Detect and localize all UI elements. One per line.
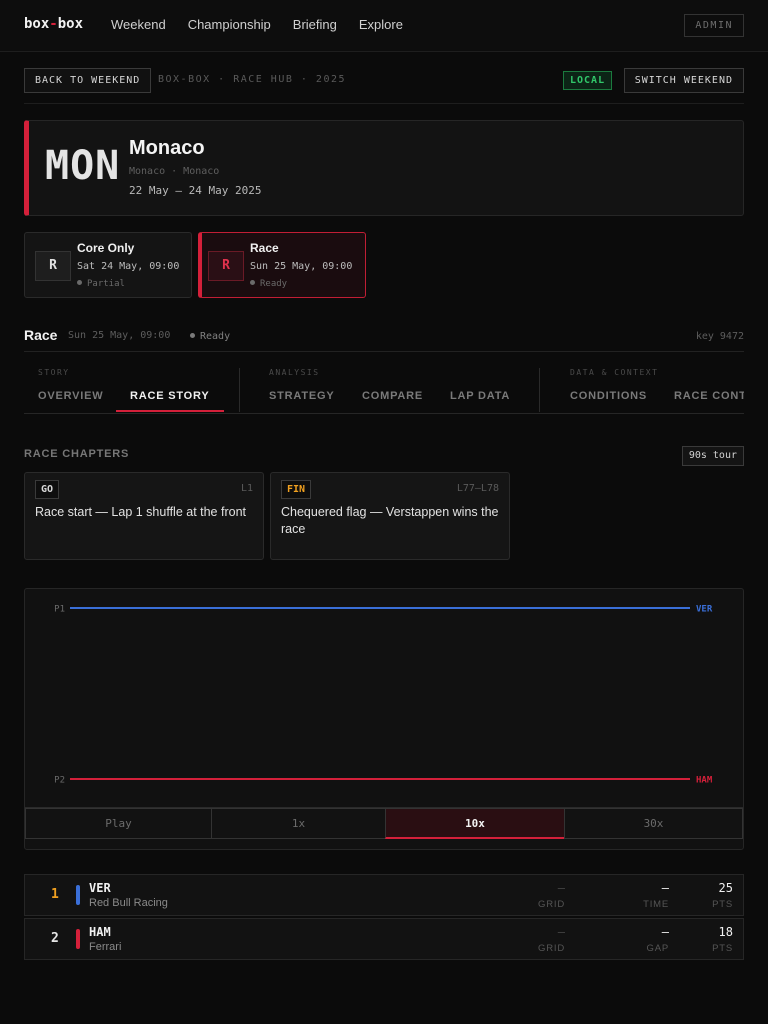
- y-tick-label: P1: [54, 605, 65, 615]
- nav-link-explore[interactable]: Explore: [359, 17, 403, 32]
- section-tabs: STORY OVERVIEW RACE STORY ANALYSIS STRAT…: [24, 364, 744, 414]
- session-header-status: Ready: [190, 331, 230, 342]
- result-position: 1: [51, 887, 59, 902]
- session-status: Partial: [77, 279, 125, 289]
- session-card-race[interactable]: R Race Sun 25 May, 09:00 Ready: [198, 232, 366, 298]
- session-time: Sat 24 May, 09:00: [77, 261, 180, 272]
- time-stat: — TIME: [643, 881, 669, 910]
- chapter-card[interactable]: FIN L77–L78 Chequered flag — Verstappen …: [270, 472, 510, 560]
- session-header: Race Sun 25 May, 09:00 Ready key 9472: [24, 324, 744, 352]
- weekend-card: MON Monaco Monaco · Monaco 22 May – 24 M…: [24, 120, 744, 216]
- status-dot-icon: [190, 333, 195, 338]
- nav-link-weekend[interactable]: Weekend: [111, 17, 166, 32]
- driver-code: VER: [89, 881, 111, 895]
- series-label-ver: VER: [696, 605, 713, 615]
- points-stat: 18 PTS: [712, 925, 733, 954]
- tab-group-label: STORY: [38, 368, 70, 377]
- tab-race-control[interactable]: RACE CONT: [674, 390, 744, 412]
- speed-10x-button[interactable]: 10x: [385, 808, 564, 839]
- session-badge: R: [208, 251, 244, 281]
- switch-weekend-button[interactable]: SWITCH WEEKEND: [623, 68, 744, 93]
- chapter-tag: FIN: [281, 480, 312, 499]
- session-name: Race: [250, 241, 279, 255]
- result-row[interactable]: 2 HAM Ferrari – GRID — GAP 18 PTS: [24, 918, 744, 960]
- session-status: Ready: [250, 279, 287, 289]
- session-header-time: Sun 25 May, 09:00: [68, 330, 171, 341]
- gap-stat: — GAP: [646, 925, 669, 954]
- brand-logo[interactable]: box-box: [24, 16, 83, 32]
- points-stat: 25 PTS: [712, 881, 733, 910]
- team-color-bar: [76, 929, 80, 949]
- tab-group-analysis: ANALYSIS STRATEGY COMPARE LAP DATA: [269, 364, 539, 413]
- weekend-dates: 22 May – 24 May 2025: [129, 184, 262, 197]
- weekend-code: MON: [45, 143, 121, 189]
- session-title: Race: [24, 327, 58, 343]
- top-nav: box-box Weekend Championship Briefing Ex…: [0, 0, 768, 52]
- tab-lap-data[interactable]: LAP DATA: [450, 390, 510, 412]
- session-badge: R: [35, 251, 71, 281]
- chapter-card[interactable]: GO L1 Race start — Lap 1 shuffle at the …: [24, 472, 264, 560]
- tour-button[interactable]: 90s tour: [681, 446, 744, 466]
- chapter-lap: L77–L78: [456, 483, 499, 494]
- nav-link-briefing[interactable]: Briefing: [293, 17, 337, 32]
- nav-link-championship[interactable]: Championship: [188, 17, 271, 32]
- chapter-lap: L1: [240, 483, 253, 494]
- tab-compare[interactable]: COMPARE: [362, 390, 423, 412]
- position-chart: P1 P2 VER HAM: [54, 605, 713, 786]
- weekend-location: Monaco · Monaco: [129, 166, 220, 177]
- result-row[interactable]: 1 VER Red Bull Racing – GRID — TIME 25 PTS: [24, 874, 744, 916]
- tab-strategy[interactable]: STRATEGY: [269, 390, 334, 412]
- chapters-heading: RACE CHAPTERS: [24, 448, 130, 460]
- session-card-core-only[interactable]: R Core Only Sat 24 May, 09:00 Partial: [24, 232, 192, 298]
- weekend-name: Monaco: [129, 137, 205, 159]
- driver-code: HAM: [89, 925, 111, 939]
- tab-race-story[interactable]: RACE STORY: [116, 390, 224, 412]
- session-key: key 9472: [695, 331, 744, 342]
- tab-group-data-context: DATA & CONTEXT CONDITIONS RACE CONT: [570, 364, 744, 413]
- team-name: Ferrari: [89, 941, 122, 953]
- status-dot-icon: [77, 280, 82, 285]
- breadcrumb: BOX-BOX · RACE HUB · 2025: [158, 74, 347, 85]
- series-label-ham: HAM: [696, 776, 713, 786]
- admin-button[interactable]: ADMIN: [684, 14, 744, 37]
- chapter-text: Race start — Lap 1 shuffle at the front: [35, 505, 246, 519]
- position-chart-panel: P1 P2 VER HAM Play 1x 10x 30x: [24, 588, 744, 850]
- playback-controls: Play 1x 10x 30x: [25, 807, 743, 839]
- chapters-strip: GO L1 Race start — Lap 1 shuffle at the …: [24, 472, 744, 560]
- tab-divider: [239, 368, 240, 412]
- grid-stat: – GRID: [538, 925, 565, 954]
- session-name: Core Only: [77, 241, 135, 255]
- grid-stat: – GRID: [538, 881, 565, 910]
- nav-links: Weekend Championship Briefing Explore: [111, 17, 403, 32]
- result-position: 2: [51, 931, 59, 946]
- session-time: Sun 25 May, 09:00: [250, 261, 353, 272]
- tab-group-label: DATA & CONTEXT: [570, 368, 659, 377]
- context-bar: BACK TO WEEKEND BOX-BOX · RACE HUB · 202…: [24, 68, 744, 104]
- speed-30x-button[interactable]: 30x: [564, 808, 743, 839]
- tab-group-label: ANALYSIS: [269, 368, 320, 377]
- team-name: Red Bull Racing: [89, 897, 168, 909]
- tab-divider: [539, 368, 540, 412]
- back-to-weekend-button[interactable]: BACK TO WEEKEND: [24, 68, 152, 93]
- tab-overview[interactable]: OVERVIEW: [38, 390, 104, 412]
- team-color-bar: [76, 885, 80, 905]
- y-tick-label: P2: [54, 776, 65, 786]
- local-badge: LOCAL: [563, 71, 613, 90]
- chapter-tag: GO: [35, 480, 60, 499]
- play-button[interactable]: Play: [25, 808, 211, 839]
- tab-group-story: STORY OVERVIEW RACE STORY: [38, 364, 248, 413]
- chapter-text: Chequered flag — Verstappen wins the rac…: [281, 505, 499, 536]
- tab-conditions[interactable]: CONDITIONS: [570, 390, 647, 412]
- status-dot-icon: [250, 280, 255, 285]
- speed-1x-button[interactable]: 1x: [211, 808, 385, 839]
